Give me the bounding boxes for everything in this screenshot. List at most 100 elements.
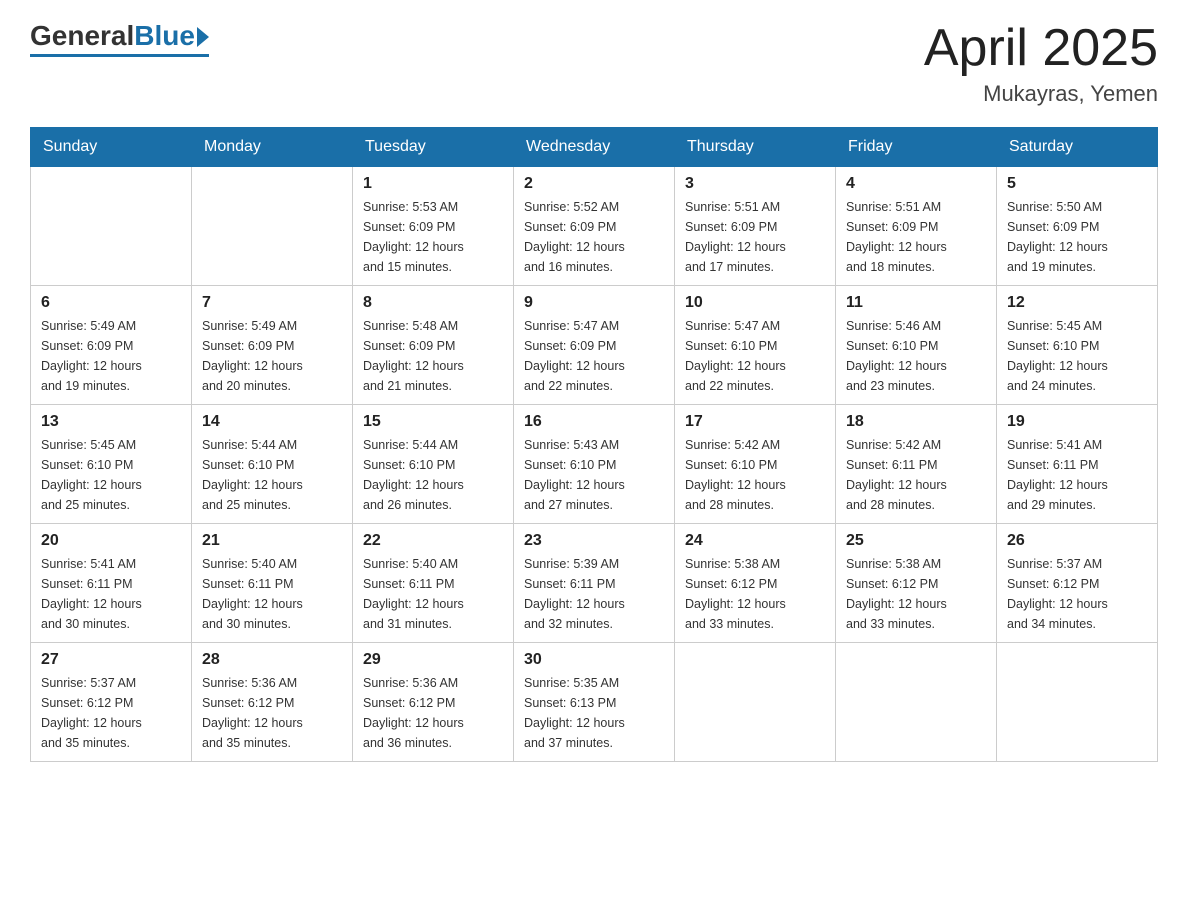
calendar-cell: 18 Sunrise: 5:42 AM Sunset: 6:11 PM Dayli…	[836, 405, 997, 524]
day-number: 23	[524, 532, 664, 550]
day-number: 13	[41, 413, 181, 431]
week-row-1: 1 Sunrise: 5:53 AM Sunset: 6:09 PM Daylig…	[31, 167, 1158, 286]
day-info: Sunrise: 5:38 AM Sunset: 6:12 PM Dayligh…	[846, 554, 986, 634]
day-info: Sunrise: 5:36 AM Sunset: 6:12 PM Dayligh…	[363, 673, 503, 753]
day-info: Sunrise: 5:46 AM Sunset: 6:10 PM Dayligh…	[846, 316, 986, 396]
calendar-table: SundayMondayTuesdayWednesdayThursdayFrid…	[30, 127, 1158, 762]
day-info: Sunrise: 5:38 AM Sunset: 6:12 PM Dayligh…	[685, 554, 825, 634]
day-info: Sunrise: 5:40 AM Sunset: 6:11 PM Dayligh…	[363, 554, 503, 634]
day-number: 7	[202, 294, 342, 312]
day-info: Sunrise: 5:49 AM Sunset: 6:09 PM Dayligh…	[202, 316, 342, 396]
weekday-header-sunday: Sunday	[31, 128, 192, 167]
day-number: 2	[524, 175, 664, 193]
day-number: 30	[524, 651, 664, 669]
day-number: 25	[846, 532, 986, 550]
day-info: Sunrise: 5:47 AM Sunset: 6:09 PM Dayligh…	[524, 316, 664, 396]
day-number: 26	[1007, 532, 1147, 550]
day-number: 20	[41, 532, 181, 550]
month-title: April 2025	[924, 20, 1158, 77]
logo-blue-container: Blue	[134, 20, 209, 52]
calendar-cell	[836, 643, 997, 762]
day-number: 1	[363, 175, 503, 193]
calendar-cell: 28Sunrise: 5:36 AM Sunset: 6:12 PM Dayli…	[192, 643, 353, 762]
logo-arrow-icon	[197, 27, 209, 47]
calendar-cell: 4 Sunrise: 5:51 AM Sunset: 6:09 PM Daylig…	[836, 167, 997, 286]
day-number: 6	[41, 294, 181, 312]
day-number: 17	[685, 413, 825, 431]
week-row-3: 13 Sunrise: 5:45 AM Sunset: 6:10 PM Dayli…	[31, 405, 1158, 524]
calendar-cell: 6 Sunrise: 5:49 AM Sunset: 6:09 PM Daylig…	[31, 286, 192, 405]
page-header: General Blue April 2025 Mukayras, Yemen	[30, 20, 1158, 107]
calendar-cell: 22 Sunrise: 5:40 AM Sunset: 6:11 PM Dayli…	[353, 524, 514, 643]
day-number: 8	[363, 294, 503, 312]
day-info: Sunrise: 5:41 AM Sunset: 6:11 PM Dayligh…	[41, 554, 181, 634]
calendar-cell: 2 Sunrise: 5:52 AM Sunset: 6:09 PM Daylig…	[514, 167, 675, 286]
week-row-2: 6 Sunrise: 5:49 AM Sunset: 6:09 PM Daylig…	[31, 286, 1158, 405]
calendar-cell: 13 Sunrise: 5:45 AM Sunset: 6:10 PM Dayli…	[31, 405, 192, 524]
calendar-cell: 20 Sunrise: 5:41 AM Sunset: 6:11 PM Dayli…	[31, 524, 192, 643]
day-info: Sunrise: 5:45 AM Sunset: 6:10 PM Dayligh…	[41, 435, 181, 515]
calendar-cell: 21Sunrise: 5:40 AM Sunset: 6:11 PM Dayli…	[192, 524, 353, 643]
calendar-cell	[997, 643, 1158, 762]
calendar-cell: 23Sunrise: 5:39 AM Sunset: 6:11 PM Dayli…	[514, 524, 675, 643]
day-number: 4	[846, 175, 986, 193]
logo-underline	[30, 54, 209, 57]
calendar-cell: 19Sunrise: 5:41 AM Sunset: 6:11 PM Dayli…	[997, 405, 1158, 524]
day-info: Sunrise: 5:45 AM Sunset: 6:10 PM Dayligh…	[1007, 316, 1147, 396]
day-info: Sunrise: 5:42 AM Sunset: 6:11 PM Dayligh…	[846, 435, 986, 515]
day-number: 16	[524, 413, 664, 431]
day-number: 15	[363, 413, 503, 431]
calendar-cell: 12 Sunrise: 5:45 AM Sunset: 6:10 PM Dayli…	[997, 286, 1158, 405]
weekday-header-tuesday: Tuesday	[353, 128, 514, 167]
calendar-cell: 24 Sunrise: 5:38 AM Sunset: 6:12 PM Dayli…	[675, 524, 836, 643]
logo: General Blue	[30, 20, 209, 57]
calendar-cell: 26 Sunrise: 5:37 AM Sunset: 6:12 PM Dayli…	[997, 524, 1158, 643]
title-section: April 2025 Mukayras, Yemen	[924, 20, 1158, 107]
calendar-cell	[192, 167, 353, 286]
day-info: Sunrise: 5:35 AM Sunset: 6:13 PM Dayligh…	[524, 673, 664, 753]
calendar-cell: 29 Sunrise: 5:36 AM Sunset: 6:12 PM Dayli…	[353, 643, 514, 762]
week-row-4: 20 Sunrise: 5:41 AM Sunset: 6:11 PM Dayli…	[31, 524, 1158, 643]
day-info: Sunrise: 5:42 AM Sunset: 6:10 PM Dayligh…	[685, 435, 825, 515]
day-info: Sunrise: 5:51 AM Sunset: 6:09 PM Dayligh…	[685, 197, 825, 277]
weekday-header-saturday: Saturday	[997, 128, 1158, 167]
day-info: Sunrise: 5:49 AM Sunset: 6:09 PM Dayligh…	[41, 316, 181, 396]
day-number: 18	[846, 413, 986, 431]
calendar-cell: 9Sunrise: 5:47 AM Sunset: 6:09 PM Daylig…	[514, 286, 675, 405]
logo-general-text: General	[30, 20, 134, 52]
day-number: 27	[41, 651, 181, 669]
weekday-header-row: SundayMondayTuesdayWednesdayThursdayFrid…	[31, 128, 1158, 167]
day-info: Sunrise: 5:52 AM Sunset: 6:09 PM Dayligh…	[524, 197, 664, 277]
calendar-cell: 8 Sunrise: 5:48 AM Sunset: 6:09 PM Daylig…	[353, 286, 514, 405]
calendar-cell: 25 Sunrise: 5:38 AM Sunset: 6:12 PM Dayli…	[836, 524, 997, 643]
day-info: Sunrise: 5:41 AM Sunset: 6:11 PM Dayligh…	[1007, 435, 1147, 515]
day-number: 24	[685, 532, 825, 550]
day-info: Sunrise: 5:48 AM Sunset: 6:09 PM Dayligh…	[363, 316, 503, 396]
day-info: Sunrise: 5:47 AM Sunset: 6:10 PM Dayligh…	[685, 316, 825, 396]
day-number: 10	[685, 294, 825, 312]
day-info: Sunrise: 5:37 AM Sunset: 6:12 PM Dayligh…	[1007, 554, 1147, 634]
location: Mukayras, Yemen	[924, 81, 1158, 107]
day-info: Sunrise: 5:40 AM Sunset: 6:11 PM Dayligh…	[202, 554, 342, 634]
day-info: Sunrise: 5:36 AM Sunset: 6:12 PM Dayligh…	[202, 673, 342, 753]
day-info: Sunrise: 5:44 AM Sunset: 6:10 PM Dayligh…	[202, 435, 342, 515]
day-number: 29	[363, 651, 503, 669]
day-number: 5	[1007, 175, 1147, 193]
calendar-cell: 15Sunrise: 5:44 AM Sunset: 6:10 PM Dayli…	[353, 405, 514, 524]
weekday-header-monday: Monday	[192, 128, 353, 167]
day-number: 3	[685, 175, 825, 193]
calendar-cell: 5Sunrise: 5:50 AM Sunset: 6:09 PM Daylig…	[997, 167, 1158, 286]
logo-blue-text: Blue	[134, 20, 195, 52]
day-number: 22	[363, 532, 503, 550]
calendar-cell: 30 Sunrise: 5:35 AM Sunset: 6:13 PM Dayli…	[514, 643, 675, 762]
calendar-cell: 10 Sunrise: 5:47 AM Sunset: 6:10 PM Dayli…	[675, 286, 836, 405]
weekday-header-thursday: Thursday	[675, 128, 836, 167]
day-info: Sunrise: 5:53 AM Sunset: 6:09 PM Dayligh…	[363, 197, 503, 277]
calendar-cell: 27 Sunrise: 5:37 AM Sunset: 6:12 PM Dayli…	[31, 643, 192, 762]
day-info: Sunrise: 5:37 AM Sunset: 6:12 PM Dayligh…	[41, 673, 181, 753]
calendar-cell: 11Sunrise: 5:46 AM Sunset: 6:10 PM Dayli…	[836, 286, 997, 405]
day-number: 12	[1007, 294, 1147, 312]
calendar-cell	[31, 167, 192, 286]
week-row-5: 27 Sunrise: 5:37 AM Sunset: 6:12 PM Dayli…	[31, 643, 1158, 762]
day-info: Sunrise: 5:51 AM Sunset: 6:09 PM Dayligh…	[846, 197, 986, 277]
